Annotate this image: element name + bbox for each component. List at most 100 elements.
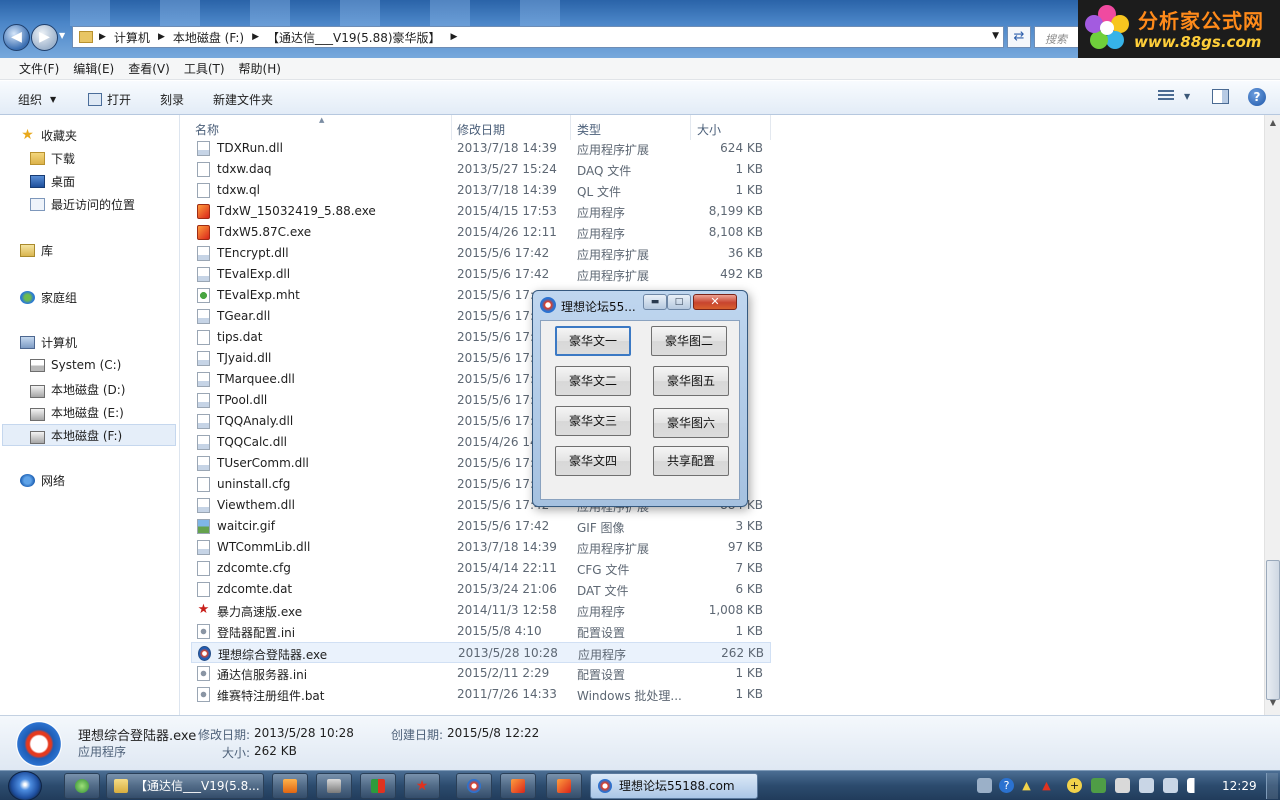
- file-row[interactable]: 理想综合登陆器.exe 2013/5/28 10:28 应用程序 262 KB: [191, 642, 771, 663]
- file-row[interactable]: zdcomte.cfg 2015/4/14 22:11 CFG 文件 7 KB: [191, 558, 771, 579]
- share-config-button[interactable]: 共享配置: [653, 446, 729, 476]
- computer-icon: [20, 336, 35, 349]
- refresh-button[interactable]: ⇄: [1007, 26, 1031, 48]
- search-input[interactable]: 搜索: [1034, 26, 1080, 48]
- taskbar-launcher[interactable]: [456, 773, 492, 799]
- menu-edit[interactable]: 编辑(E): [66, 60, 121, 77]
- scroll-down-icon[interactable]: ▼: [1267, 698, 1279, 712]
- open-button[interactable]: 打开: [88, 91, 131, 108]
- taskbar-computer[interactable]: [316, 773, 352, 799]
- shield-icon[interactable]: [1091, 778, 1106, 793]
- taskbar-dialog-window[interactable]: 理想论坛55188.com: [590, 773, 758, 799]
- column-header-name[interactable]: ▲ 名称: [189, 115, 452, 140]
- star-icon: ★: [21, 127, 34, 143]
- network-signal-icon[interactable]: [1187, 778, 1202, 793]
- start-button[interactable]: [8, 771, 42, 800]
- launch-button-1[interactable]: 豪华文一: [555, 326, 631, 356]
- file-row[interactable]: ★ 暴力高速版.exe 2014/11/3 12:58 应用程序 1,008 KB: [191, 600, 771, 621]
- change-view-button[interactable]: ▼: [1158, 90, 1190, 102]
- breadcrumb-item-computer[interactable]: ▶ 计算机: [99, 29, 150, 46]
- breadcrumb-item-folder[interactable]: ▶ 【通达信___V19(5.88)豪华版】 ▶: [252, 29, 465, 46]
- launch-button-4[interactable]: 豪华图五: [653, 366, 729, 396]
- breadcrumb-item-drive-f[interactable]: ▶ 本地磁盘 (F:): [158, 29, 244, 46]
- file-row[interactable]: tdxw.daq 2013/5/27 15:24 DAQ 文件 1 KB: [191, 159, 771, 180]
- new-folder-button[interactable]: 新建文件夹: [213, 91, 273, 108]
- nav-desktop[interactable]: 桌面: [30, 173, 75, 190]
- taskbar-explorer[interactable]: 【通达信___V19(5.8...: [106, 773, 264, 799]
- clock[interactable]: 12:29: [1222, 779, 1257, 793]
- file-row[interactable]: WTCommLib.dll 2013/7/18 14:39 应用程序扩展 97 KB: [191, 537, 771, 558]
- nav-recent-places[interactable]: 最近访问的位置: [30, 196, 135, 213]
- file-row[interactable]: tdxw.ql 2013/7/18 14:39 QL 文件 1 KB: [191, 180, 771, 201]
- menu-view[interactable]: 查看(V): [121, 60, 177, 77]
- scroll-up-icon[interactable]: ▲: [1267, 118, 1279, 132]
- file-row[interactable]: TdxW_15032419_5.88.exe 2015/4/15 17:53 应用程…: [191, 201, 771, 222]
- desktop-icon: [30, 175, 45, 188]
- nav-computer[interactable]: 计算机: [20, 334, 77, 351]
- file-row[interactable]: TDXRun.dll 2013/7/18 14:39 应用程序扩展 624 KB: [191, 138, 771, 159]
- maximize-button[interactable]: □: [667, 294, 691, 310]
- keyboard-icon[interactable]: [977, 778, 992, 793]
- taskbar-tdx-1[interactable]: [500, 773, 536, 799]
- burn-button[interactable]: 刻录: [160, 91, 184, 108]
- scroll-thumb[interactable]: [1266, 560, 1280, 700]
- nav-libraries[interactable]: 库: [20, 242, 53, 259]
- help-icon[interactable]: ?: [999, 778, 1014, 793]
- file-row[interactable]: 通达信服务器.ini 2015/2/11 2:29 配置设置 1 KB: [191, 663, 771, 684]
- file-name: uninstall.cfg: [217, 477, 291, 491]
- file-row[interactable]: waitcir.gif 2015/5/6 17:42 GIF 图像 3 KB: [191, 516, 771, 537]
- taskbar-ie[interactable]: [64, 773, 100, 799]
- taskbar-media[interactable]: [272, 773, 308, 799]
- launch-button-7[interactable]: 豪华文四: [555, 446, 631, 476]
- recent-pages-dropdown[interactable]: ▼: [59, 31, 65, 40]
- address-dropdown-icon[interactable]: ▼: [992, 31, 999, 41]
- column-header-type[interactable]: 类型: [571, 115, 691, 140]
- nav-downloads[interactable]: 下载: [30, 150, 75, 167]
- launch-button-2[interactable]: 豪华图二: [651, 326, 727, 356]
- nav-favorites[interactable]: ★ 收藏夹: [20, 127, 77, 144]
- menu-file[interactable]: 文件(F): [12, 60, 66, 77]
- nav-drive-e[interactable]: 本地磁盘 (E:): [30, 404, 124, 421]
- taskbar-stock-chart[interactable]: [360, 773, 396, 799]
- file-row[interactable]: 维赛特注册组件.bat 2011/7/26 14:33 Windows 批处理...…: [191, 684, 771, 705]
- folder-icon: [114, 779, 128, 793]
- minimize-button[interactable]: ▬: [643, 294, 667, 310]
- antivirus-icon[interactable]: ▲: [1039, 778, 1054, 793]
- device-icon[interactable]: [1115, 778, 1130, 793]
- breadcrumb[interactable]: ▶ 计算机 ▶ 本地磁盘 (F:) ▶ 【通达信___V19(5.88)豪华版】 ▶ ▼: [72, 26, 1004, 48]
- help-button[interactable]: ?: [1248, 88, 1266, 106]
- launch-button-5[interactable]: 豪华文三: [555, 406, 631, 436]
- file-size: 36 KB: [727, 246, 763, 260]
- launch-button-6[interactable]: 豪华图六: [653, 408, 729, 438]
- column-header-size[interactable]: 大小: [691, 115, 771, 140]
- column-header-date[interactable]: 修改日期: [451, 115, 571, 140]
- taskbar-tdx-2[interactable]: [546, 773, 582, 799]
- launch-button-3[interactable]: 豪华文二: [555, 366, 631, 396]
- taskbar-speed-app[interactable]: ★: [404, 773, 440, 799]
- nav-drive-f[interactable]: 本地磁盘 (F:): [30, 427, 122, 444]
- file-date: 2015/5/6 17:4: [457, 330, 542, 344]
- file-row[interactable]: TEvalExp.dll 2015/5/6 17:42 应用程序扩展 492 KB: [191, 264, 771, 285]
- file-row[interactable]: TEncrypt.dll 2015/5/6 17:42 应用程序扩展 36 KB: [191, 243, 771, 264]
- file-name: TDXRun.dll: [217, 141, 283, 155]
- speaker-icon[interactable]: [1139, 778, 1154, 793]
- file-row[interactable]: TdxW5.87C.exe 2015/4/26 12:11 应用程序 8,108 KB: [191, 222, 771, 243]
- close-button[interactable]: ✕: [693, 294, 737, 310]
- volume-icon[interactable]: [1163, 778, 1178, 793]
- nav-homegroup[interactable]: 家庭组: [20, 289, 77, 306]
- back-button[interactable]: ◀: [3, 24, 30, 51]
- preview-pane-button[interactable]: [1212, 89, 1229, 104]
- show-desktop-button[interactable]: [1266, 773, 1278, 799]
- add-icon[interactable]: +: [1067, 778, 1082, 793]
- file-row[interactable]: zdcomte.dat 2015/3/24 21:06 DAT 文件 6 KB: [191, 579, 771, 600]
- nav-network[interactable]: 网络: [20, 472, 65, 489]
- menu-tools[interactable]: 工具(T): [177, 60, 232, 77]
- menu-help[interactable]: 帮助(H): [232, 60, 288, 77]
- nav-drive-c[interactable]: System (C:): [30, 358, 121, 372]
- file-row[interactable]: 登陆器配置.ini 2015/5/8 4:10 配置设置 1 KB: [191, 621, 771, 642]
- forward-button[interactable]: ▶: [31, 24, 58, 51]
- vertical-scrollbar[interactable]: ▲ ▼: [1264, 115, 1280, 715]
- organize-button[interactable]: 组织 ▼: [18, 91, 56, 108]
- nav-drive-d[interactable]: 本地磁盘 (D:): [30, 381, 125, 398]
- chevron-up-icon[interactable]: ▲: [1019, 778, 1034, 793]
